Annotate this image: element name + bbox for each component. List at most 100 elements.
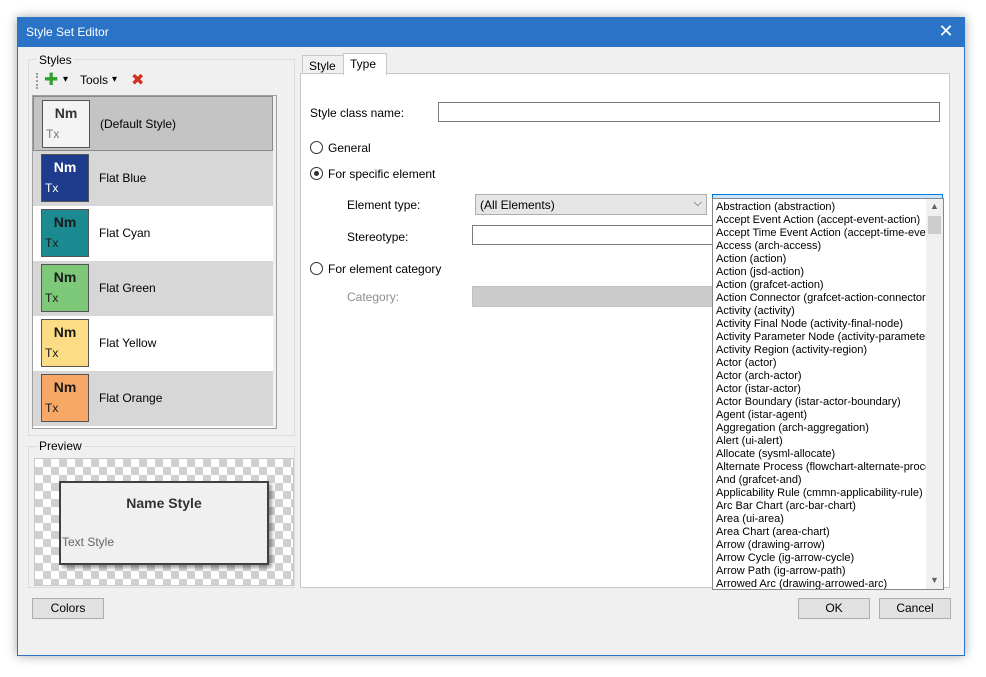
dropdown-item[interactable]: Arrowed Arc (drawing-arrowed-arc) — [716, 578, 926, 589]
dropdown-item[interactable]: Aggregation (arch-aggregation) — [716, 422, 926, 435]
styles-list-scrollbar[interactable]: ▲ ▼ — [273, 96, 277, 428]
preview-shape: Name Style Text Style — [59, 481, 269, 565]
style-item-flat-blue[interactable]: Nm Tx Flat Blue — [33, 151, 273, 206]
style-class-name-input[interactable] — [438, 102, 940, 122]
cancel-button[interactable]: Cancel — [879, 598, 951, 619]
style-item-flat-cyan[interactable]: Nm Tx Flat Cyan — [33, 206, 273, 261]
colors-button[interactable]: Colors — [32, 598, 104, 619]
thumbnail-text-text: Tx — [45, 291, 59, 305]
style-thumbnail: Nm Tx — [41, 319, 89, 367]
dropdown-scrollbar[interactable]: ▲ ▼ — [926, 199, 943, 589]
specific-element-radio[interactable] — [310, 167, 323, 180]
dropdown-item[interactable]: Activity (activity) — [716, 305, 926, 318]
dropdown-item[interactable]: Alert (ui-alert) — [716, 435, 926, 448]
dropdown-item[interactable]: Abstraction (abstraction) — [716, 201, 926, 214]
styles-toolbar: ✚ ▾ Tools ▾ ✖ — [36, 70, 176, 92]
dropdown-item[interactable]: Arrow Cycle (ig-arrow-cycle) — [716, 552, 926, 565]
category-label: Category: — [347, 290, 400, 304]
preview-text-text: Text Style — [62, 535, 115, 549]
style-thumbnail: Nm Tx — [42, 100, 90, 148]
thumbnail-text-text: Tx — [45, 236, 59, 250]
dropdown-item[interactable]: Action (grafcet-action) — [716, 279, 926, 292]
element-category-radio-label[interactable]: For element category — [328, 262, 441, 276]
element-type-label: Element type: — [347, 198, 421, 212]
dropdown-item[interactable]: Accept Event Action (accept-event-action… — [716, 214, 926, 227]
add-style-icon[interactable]: ✚ — [44, 70, 58, 90]
style-item-label: Flat Cyan — [99, 226, 151, 240]
dropdown-item[interactable]: Agent (istar-agent) — [716, 409, 926, 422]
style-thumbnail: Nm Tx — [41, 264, 89, 312]
specific-element-radio-label[interactable]: For specific element — [328, 167, 435, 181]
dropdown-item[interactable]: Area (ui-area) — [716, 513, 926, 526]
style-item-label: Flat Orange — [99, 391, 163, 405]
dropdown-item[interactable]: Actor Boundary (istar-actor-boundary) — [716, 396, 926, 409]
tools-dropdown-icon[interactable]: ▾ — [112, 74, 117, 85]
scroll-thumb[interactable] — [928, 216, 941, 234]
thumbnail-text-text: Tx — [45, 181, 59, 195]
dropdown-item[interactable]: Arrow Path (ig-arrow-path) — [716, 565, 926, 578]
style-item-label: Flat Green — [99, 281, 156, 295]
style-item-flat-yellow[interactable]: Nm Tx Flat Yellow — [33, 316, 273, 371]
style-item-label: (Default Style) — [100, 117, 177, 131]
scroll-up-icon[interactable]: ▲ — [926, 201, 943, 211]
dropdown-item[interactable]: Accept Time Event Action (accept-time-ev… — [716, 227, 926, 240]
dropdown-item[interactable]: Applicability Rule (cmmn-applicability-r… — [716, 487, 926, 500]
preview-canvas: Name Style Text Style — [34, 458, 294, 586]
tab-style[interactable]: Style — [302, 55, 344, 75]
preview-group-label: Preview — [37, 439, 84, 453]
style-thumbnail: Nm Tx — [41, 374, 89, 422]
general-radio[interactable] — [310, 141, 323, 154]
styles-group-label: Styles — [37, 53, 74, 67]
thumbnail-name-text: Nm — [53, 269, 77, 285]
style-item-label: Flat Blue — [99, 171, 147, 185]
dropdown-item[interactable]: And (grafcet-and) — [716, 474, 926, 487]
element-type-value: (All Elements) — [480, 198, 555, 212]
style-item-default[interactable]: Nm Tx (Default Style) — [33, 96, 273, 151]
style-thumbnail: Nm Tx — [41, 154, 89, 202]
element-type-select[interactable]: (All Elements) ⌵ — [475, 194, 707, 215]
dropdown-item[interactable]: Activity Region (activity-region) — [716, 344, 926, 357]
dropdown-item[interactable]: Actor (istar-actor) — [716, 383, 926, 396]
ok-button[interactable]: OK — [798, 598, 870, 619]
scroll-down-icon[interactable]: ▼ — [926, 575, 943, 585]
tools-menu-button[interactable]: Tools — [80, 73, 108, 87]
dropdown-item[interactable]: Allocate (sysml-allocate) — [716, 448, 926, 461]
dropdown-item[interactable]: Action Connector (grafcet-action-connect… — [716, 292, 926, 305]
toolbar-grip — [36, 73, 39, 89]
stereotype-label: Stereotype: — [347, 230, 409, 244]
scroll-thumb[interactable] — [276, 114, 277, 136]
thumbnail-name-text: Nm — [53, 379, 77, 395]
thumbnail-text-text: Tx — [46, 127, 60, 141]
dropdown-item[interactable]: Area Chart (area-chart) — [716, 526, 926, 539]
delete-style-icon[interactable]: ✖ — [131, 70, 144, 90]
dropdown-item[interactable]: Activity Parameter Node (activity-parame… — [716, 331, 926, 344]
thumbnail-text-text: Tx — [45, 401, 59, 415]
dropdown-item[interactable]: Alternate Process (flowchart-alternate-p… — [716, 461, 926, 474]
dropdown-item[interactable]: Action (jsd-action) — [716, 266, 926, 279]
category-select-disabled — [472, 286, 717, 307]
dropdown-item[interactable]: Arrow (drawing-arrow) — [716, 539, 926, 552]
scroll-up-icon[interactable]: ▲ — [273, 98, 276, 108]
dropdown-item[interactable]: Actor (arch-actor) — [716, 370, 926, 383]
element-subtype-dropdown-list[interactable]: ▲ ▼ Abstraction (abstraction) Accept Even… — [712, 198, 944, 590]
title-bar[interactable]: Style Set Editor ✕ — [18, 18, 964, 47]
styles-list[interactable]: Nm Tx (Default Style) Nm Tx Flat Blue Nm… — [32, 95, 277, 429]
dropdown-item[interactable]: Action (action) — [716, 253, 926, 266]
dropdown-item[interactable]: Activity Final Node (activity-final-node… — [716, 318, 926, 331]
add-style-dropdown-icon[interactable]: ▾ — [63, 74, 68, 85]
dropdown-item[interactable]: Arc Bar Chart (arc-bar-chart) — [716, 500, 926, 513]
close-icon[interactable]: ✕ — [928, 18, 964, 47]
thumbnail-name-text: Nm — [53, 214, 77, 230]
scroll-down-icon[interactable]: ▼ — [273, 414, 276, 424]
stereotype-input[interactable] — [472, 225, 717, 245]
style-item-flat-green[interactable]: Nm Tx Flat Green — [33, 261, 273, 316]
chevron-down-icon: ⌵ — [693, 197, 702, 209]
dropdown-item[interactable]: Actor (actor) — [716, 357, 926, 370]
style-class-name-label: Style class name: — [310, 106, 405, 120]
thumbnail-name-text: Nm — [53, 159, 77, 175]
style-item-flat-orange[interactable]: Nm Tx Flat Orange — [33, 371, 273, 426]
tab-type[interactable]: Type — [343, 53, 387, 75]
general-radio-label[interactable]: General — [328, 141, 371, 155]
element-category-radio[interactable] — [310, 262, 323, 275]
dropdown-item[interactable]: Access (arch-access) — [716, 240, 926, 253]
